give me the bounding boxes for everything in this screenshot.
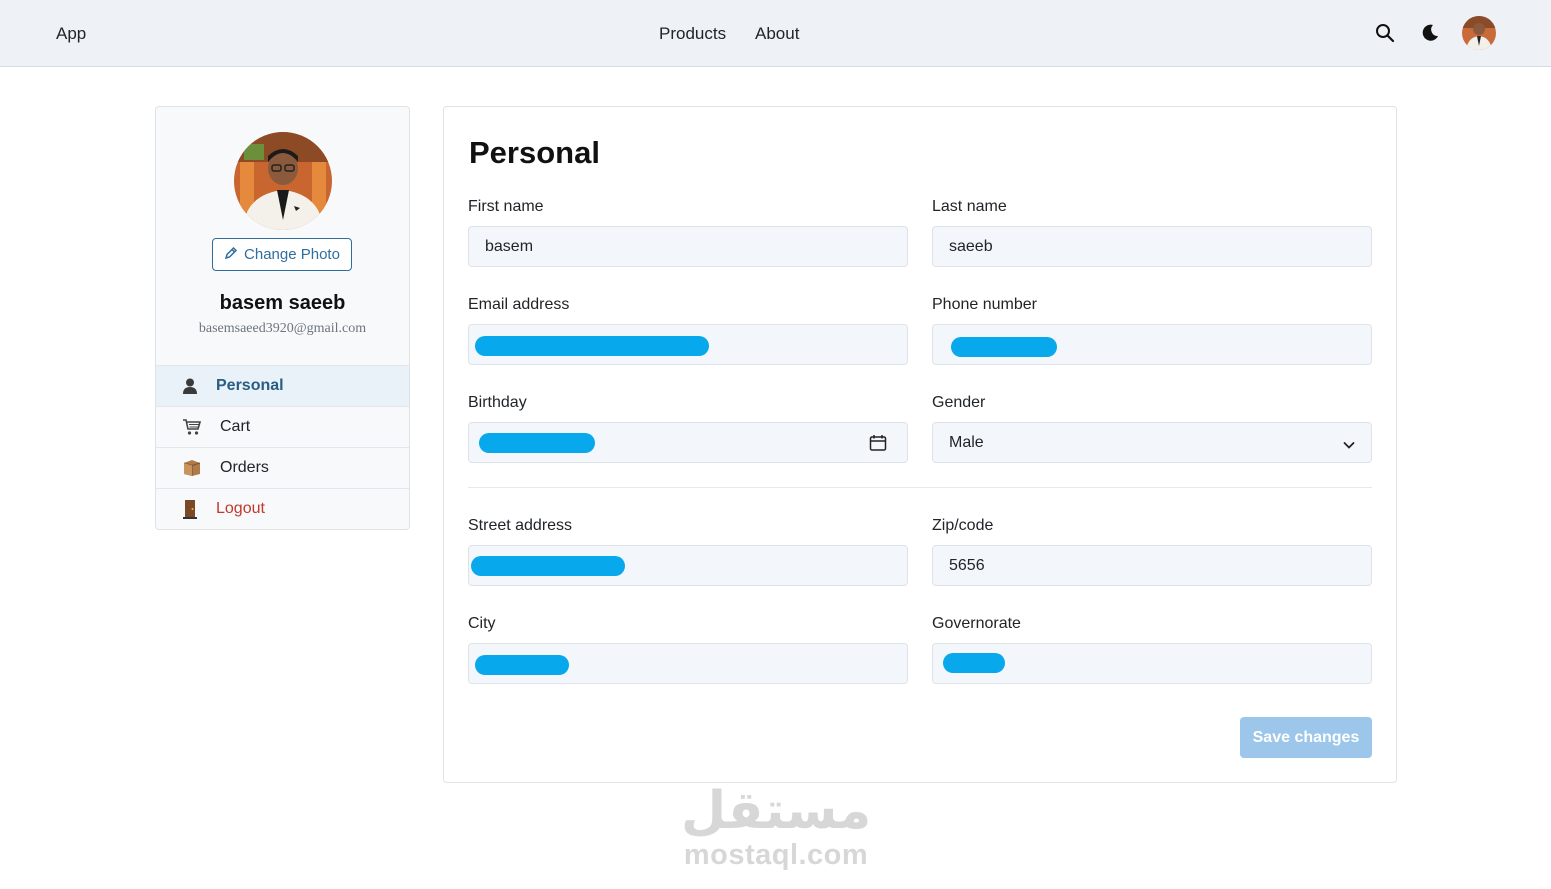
zip-value: 5656: [949, 556, 985, 574]
redaction-mark: [475, 336, 709, 356]
street-label: Street address: [468, 517, 573, 534]
sidebar-item-label: Orders: [220, 459, 269, 476]
pencil-icon: [224, 246, 238, 264]
redaction-mark: [951, 337, 1057, 357]
phone-label: Phone number: [932, 296, 1037, 313]
change-photo-button[interactable]: Change Photo: [212, 238, 352, 271]
moon-icon[interactable]: [1417, 20, 1443, 46]
nav-link-products[interactable]: Products: [659, 24, 726, 44]
calendar-icon[interactable]: [869, 434, 887, 457]
sidebar-item-personal[interactable]: Personal: [156, 365, 409, 406]
sidebar-item-label: Cart: [220, 418, 251, 435]
box-icon: [182, 458, 202, 478]
sidebar-item-orders[interactable]: Orders: [156, 447, 409, 488]
last-name-label: Last name: [932, 198, 1007, 215]
city-field[interactable]: [468, 643, 908, 684]
search-icon[interactable]: [1372, 20, 1398, 46]
first-name-field[interactable]: basem: [468, 226, 908, 267]
profile-email: basemsaeed3920@gmail.com: [198, 321, 367, 336]
door-icon: [180, 499, 200, 519]
email-field[interactable]: [468, 324, 908, 365]
last-name-value: saeeb: [949, 237, 993, 255]
profile-name: basem saeeb: [219, 292, 346, 314]
first-name-value: basem: [485, 237, 534, 255]
first-name-label: First name: [468, 198, 544, 215]
personal-form-card: Personal First name basem Last name saee…: [443, 106, 1397, 783]
top-navbar: App Products About: [0, 0, 1551, 67]
user-avatar[interactable]: [1462, 16, 1496, 50]
redaction-mark: [475, 655, 569, 675]
birthday-label: Birthday: [468, 394, 527, 411]
last-name-field[interactable]: saeeb: [932, 226, 1372, 267]
profile-sidebar: Change Photo basem saeeb basemsaeed3920@…: [155, 106, 410, 530]
cart-icon: [182, 417, 202, 437]
profile-photo: [234, 132, 332, 230]
governorate-field[interactable]: [932, 643, 1372, 684]
city-label: City: [468, 615, 496, 632]
change-photo-label: Change Photo: [244, 246, 340, 263]
sidebar-menu: Personal Cart Orders Logout: [156, 365, 409, 529]
sidebar-item-logout[interactable]: Logout: [156, 488, 409, 529]
redaction-mark: [943, 653, 1005, 673]
save-button[interactable]: Save changes: [1240, 717, 1372, 758]
zip-field[interactable]: 5656: [932, 545, 1372, 586]
brand-link[interactable]: App: [56, 24, 86, 44]
watermark-arabic: مستقل: [681, 781, 872, 841]
page-title: Personal: [469, 135, 600, 170]
section-divider: [468, 487, 1372, 488]
watermark-latin: mostaql.com: [683, 839, 869, 871]
gender-select[interactable]: Male: [932, 422, 1372, 463]
birthday-field[interactable]: [468, 422, 908, 463]
redaction-mark: [471, 556, 625, 576]
gender-label: Gender: [932, 394, 986, 411]
nav-link-about[interactable]: About: [755, 24, 799, 44]
sidebar-item-label: Personal: [216, 377, 284, 394]
sidebar-item-label: Logout: [216, 500, 265, 517]
redaction-mark: [479, 433, 595, 453]
zip-label: Zip/code: [932, 517, 994, 534]
gender-value: Male: [949, 433, 984, 451]
chevron-down-icon: [1343, 437, 1355, 455]
mostaql-watermark: مستقل mostaql.com: [681, 782, 871, 870]
street-field[interactable]: [468, 545, 908, 586]
phone-field[interactable]: [932, 324, 1372, 365]
email-label: Email address: [468, 296, 570, 313]
person-icon: [180, 376, 200, 396]
governorate-label: Governorate: [932, 615, 1021, 632]
sidebar-item-cart[interactable]: Cart: [156, 406, 409, 447]
